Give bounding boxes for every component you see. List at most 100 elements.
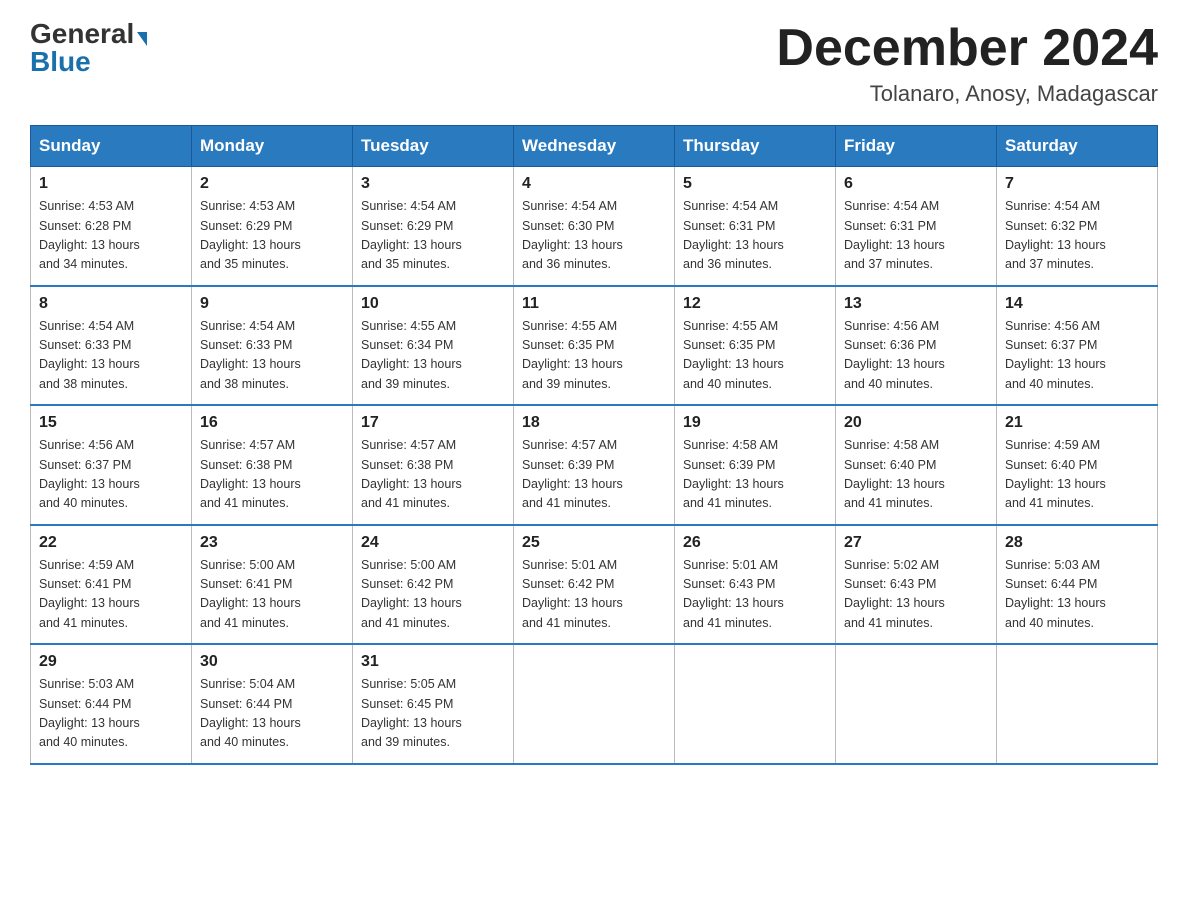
day-number: 28 <box>1005 534 1149 552</box>
day-info: Sunrise: 4:59 AMSunset: 6:40 PMDaylight:… <box>1005 436 1149 514</box>
day-info: Sunrise: 4:57 AMSunset: 6:38 PMDaylight:… <box>361 436 505 514</box>
day-number: 23 <box>200 534 344 552</box>
calendar-cell: 28 Sunrise: 5:03 AMSunset: 6:44 PMDaylig… <box>997 525 1158 645</box>
day-info: Sunrise: 5:01 AMSunset: 6:43 PMDaylight:… <box>683 556 827 634</box>
day-info: Sunrise: 4:53 AMSunset: 6:29 PMDaylight:… <box>200 197 344 275</box>
day-number: 19 <box>683 414 827 432</box>
day-number: 10 <box>361 295 505 313</box>
day-number: 30 <box>200 653 344 671</box>
day-number: 11 <box>522 295 666 313</box>
calendar-cell: 26 Sunrise: 5:01 AMSunset: 6:43 PMDaylig… <box>675 525 836 645</box>
title-section: December 2024 Tolanaro, Anosy, Madagasca… <box>776 20 1158 107</box>
day-info: Sunrise: 5:00 AMSunset: 6:41 PMDaylight:… <box>200 556 344 634</box>
page-header: General Blue December 2024 Tolanaro, Ano… <box>30 20 1158 107</box>
location-title: Tolanaro, Anosy, Madagascar <box>776 81 1158 107</box>
calendar-week-4: 22 Sunrise: 4:59 AMSunset: 6:41 PMDaylig… <box>31 525 1158 645</box>
day-info: Sunrise: 5:03 AMSunset: 6:44 PMDaylight:… <box>39 675 183 753</box>
calendar-header-row: Sunday Monday Tuesday Wednesday Thursday… <box>31 126 1158 167</box>
day-number: 6 <box>844 175 988 193</box>
day-number: 4 <box>522 175 666 193</box>
logo-blue-text: Blue <box>30 46 91 77</box>
calendar-cell: 20 Sunrise: 4:58 AMSunset: 6:40 PMDaylig… <box>836 405 997 525</box>
calendar-cell: 6 Sunrise: 4:54 AMSunset: 6:31 PMDayligh… <box>836 167 997 286</box>
logo-triangle-icon <box>137 32 147 46</box>
day-info: Sunrise: 4:54 AMSunset: 6:32 PMDaylight:… <box>1005 197 1149 275</box>
day-number: 26 <box>683 534 827 552</box>
day-info: Sunrise: 4:56 AMSunset: 6:37 PMDaylight:… <box>1005 317 1149 395</box>
calendar-cell: 11 Sunrise: 4:55 AMSunset: 6:35 PMDaylig… <box>514 286 675 406</box>
logo: General Blue <box>30 20 147 76</box>
calendar-cell: 22 Sunrise: 4:59 AMSunset: 6:41 PMDaylig… <box>31 525 192 645</box>
calendar-week-2: 8 Sunrise: 4:54 AMSunset: 6:33 PMDayligh… <box>31 286 1158 406</box>
calendar-cell <box>836 644 997 764</box>
day-info: Sunrise: 5:02 AMSunset: 6:43 PMDaylight:… <box>844 556 988 634</box>
calendar-cell: 29 Sunrise: 5:03 AMSunset: 6:44 PMDaylig… <box>31 644 192 764</box>
col-friday: Friday <box>836 126 997 167</box>
day-number: 29 <box>39 653 183 671</box>
calendar-cell <box>675 644 836 764</box>
day-info: Sunrise: 5:01 AMSunset: 6:42 PMDaylight:… <box>522 556 666 634</box>
day-number: 21 <box>1005 414 1149 432</box>
day-info: Sunrise: 5:04 AMSunset: 6:44 PMDaylight:… <box>200 675 344 753</box>
day-number: 31 <box>361 653 505 671</box>
day-number: 7 <box>1005 175 1149 193</box>
day-info: Sunrise: 4:54 AMSunset: 6:30 PMDaylight:… <box>522 197 666 275</box>
calendar-cell: 12 Sunrise: 4:55 AMSunset: 6:35 PMDaylig… <box>675 286 836 406</box>
calendar-cell: 15 Sunrise: 4:56 AMSunset: 6:37 PMDaylig… <box>31 405 192 525</box>
calendar-cell: 27 Sunrise: 5:02 AMSunset: 6:43 PMDaylig… <box>836 525 997 645</box>
day-info: Sunrise: 4:54 AMSunset: 6:31 PMDaylight:… <box>844 197 988 275</box>
calendar-week-1: 1 Sunrise: 4:53 AMSunset: 6:28 PMDayligh… <box>31 167 1158 286</box>
calendar-cell: 14 Sunrise: 4:56 AMSunset: 6:37 PMDaylig… <box>997 286 1158 406</box>
day-number: 18 <box>522 414 666 432</box>
day-number: 17 <box>361 414 505 432</box>
day-info: Sunrise: 4:55 AMSunset: 6:35 PMDaylight:… <box>683 317 827 395</box>
day-info: Sunrise: 5:03 AMSunset: 6:44 PMDaylight:… <box>1005 556 1149 634</box>
calendar-cell: 3 Sunrise: 4:54 AMSunset: 6:29 PMDayligh… <box>353 167 514 286</box>
day-number: 5 <box>683 175 827 193</box>
col-wednesday: Wednesday <box>514 126 675 167</box>
day-info: Sunrise: 4:53 AMSunset: 6:28 PMDaylight:… <box>39 197 183 275</box>
calendar-cell: 18 Sunrise: 4:57 AMSunset: 6:39 PMDaylig… <box>514 405 675 525</box>
day-number: 14 <box>1005 295 1149 313</box>
col-sunday: Sunday <box>31 126 192 167</box>
day-info: Sunrise: 4:56 AMSunset: 6:37 PMDaylight:… <box>39 436 183 514</box>
calendar-cell: 10 Sunrise: 4:55 AMSunset: 6:34 PMDaylig… <box>353 286 514 406</box>
day-number: 8 <box>39 295 183 313</box>
day-info: Sunrise: 4:57 AMSunset: 6:38 PMDaylight:… <box>200 436 344 514</box>
calendar-week-3: 15 Sunrise: 4:56 AMSunset: 6:37 PMDaylig… <box>31 405 1158 525</box>
day-number: 3 <box>361 175 505 193</box>
calendar-cell: 16 Sunrise: 4:57 AMSunset: 6:38 PMDaylig… <box>192 405 353 525</box>
day-number: 12 <box>683 295 827 313</box>
calendar-cell: 23 Sunrise: 5:00 AMSunset: 6:41 PMDaylig… <box>192 525 353 645</box>
day-info: Sunrise: 5:00 AMSunset: 6:42 PMDaylight:… <box>361 556 505 634</box>
day-info: Sunrise: 4:58 AMSunset: 6:40 PMDaylight:… <box>844 436 988 514</box>
col-tuesday: Tuesday <box>353 126 514 167</box>
col-saturday: Saturday <box>997 126 1158 167</box>
day-number: 2 <box>200 175 344 193</box>
calendar-cell: 21 Sunrise: 4:59 AMSunset: 6:40 PMDaylig… <box>997 405 1158 525</box>
day-number: 1 <box>39 175 183 193</box>
calendar-cell: 30 Sunrise: 5:04 AMSunset: 6:44 PMDaylig… <box>192 644 353 764</box>
day-number: 13 <box>844 295 988 313</box>
calendar-cell: 5 Sunrise: 4:54 AMSunset: 6:31 PMDayligh… <box>675 167 836 286</box>
day-number: 24 <box>361 534 505 552</box>
day-info: Sunrise: 4:54 AMSunset: 6:33 PMDaylight:… <box>39 317 183 395</box>
calendar-cell: 24 Sunrise: 5:00 AMSunset: 6:42 PMDaylig… <box>353 525 514 645</box>
calendar-cell: 2 Sunrise: 4:53 AMSunset: 6:29 PMDayligh… <box>192 167 353 286</box>
calendar-cell: 19 Sunrise: 4:58 AMSunset: 6:39 PMDaylig… <box>675 405 836 525</box>
day-info: Sunrise: 4:55 AMSunset: 6:35 PMDaylight:… <box>522 317 666 395</box>
col-monday: Monday <box>192 126 353 167</box>
calendar-cell: 25 Sunrise: 5:01 AMSunset: 6:42 PMDaylig… <box>514 525 675 645</box>
col-thursday: Thursday <box>675 126 836 167</box>
month-title: December 2024 <box>776 20 1158 77</box>
day-number: 15 <box>39 414 183 432</box>
day-info: Sunrise: 4:54 AMSunset: 6:29 PMDaylight:… <box>361 197 505 275</box>
calendar-cell: 9 Sunrise: 4:54 AMSunset: 6:33 PMDayligh… <box>192 286 353 406</box>
calendar-cell: 31 Sunrise: 5:05 AMSunset: 6:45 PMDaylig… <box>353 644 514 764</box>
day-info: Sunrise: 4:55 AMSunset: 6:34 PMDaylight:… <box>361 317 505 395</box>
day-number: 22 <box>39 534 183 552</box>
calendar-cell: 8 Sunrise: 4:54 AMSunset: 6:33 PMDayligh… <box>31 286 192 406</box>
logo-blue-line: Blue <box>30 48 91 76</box>
calendar-cell: 4 Sunrise: 4:54 AMSunset: 6:30 PMDayligh… <box>514 167 675 286</box>
calendar-cell: 13 Sunrise: 4:56 AMSunset: 6:36 PMDaylig… <box>836 286 997 406</box>
